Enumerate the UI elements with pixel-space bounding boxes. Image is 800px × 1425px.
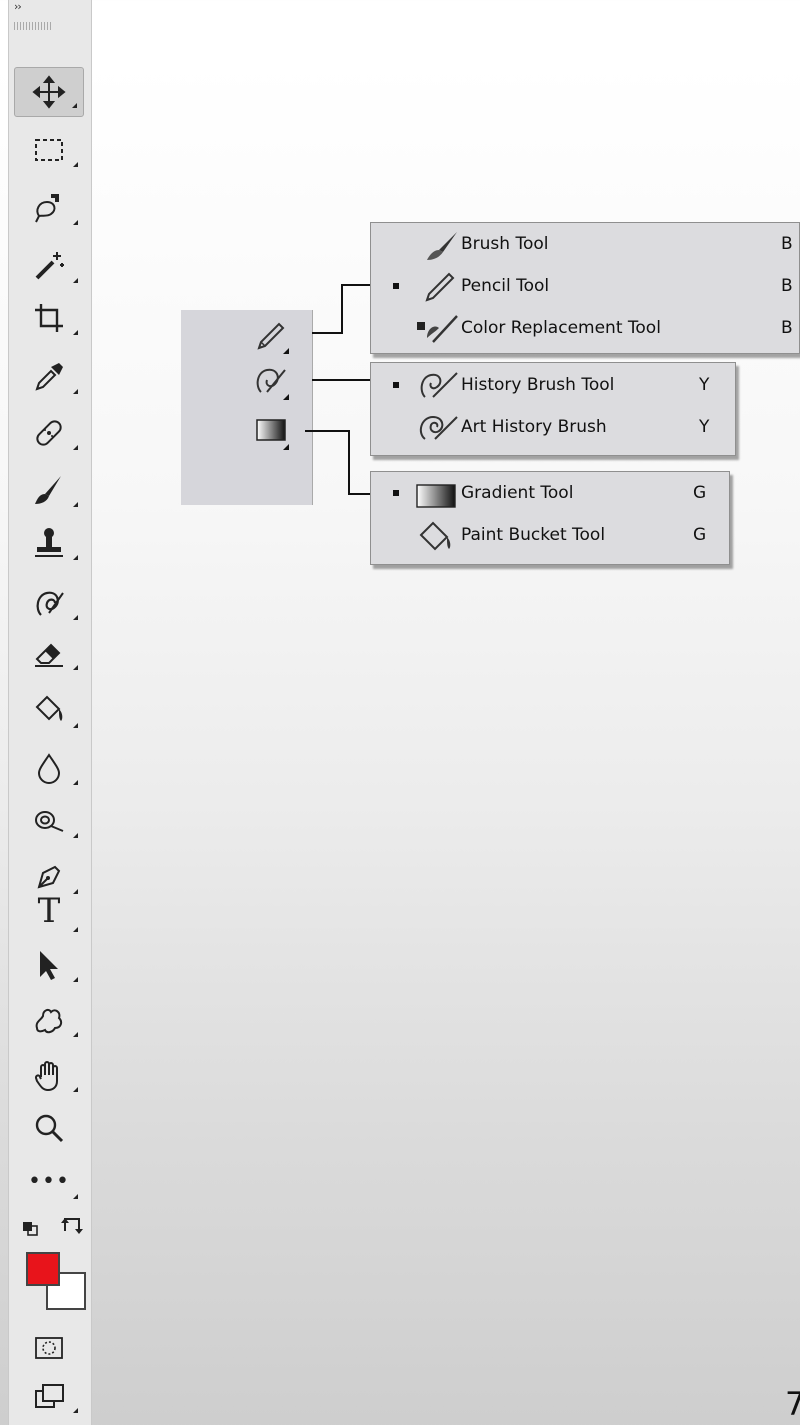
hand-tool[interactable]	[14, 1050, 84, 1100]
connector-line	[348, 493, 371, 495]
path-selection-tool[interactable]	[14, 940, 84, 990]
menu-item-label: Gradient Tool	[461, 483, 574, 503]
history-brush-tool[interactable]	[14, 578, 84, 628]
healing-brush-tool[interactable]	[14, 408, 84, 458]
clone-stamp-tool[interactable]	[14, 518, 84, 568]
gradient-icon	[416, 484, 456, 508]
marquee-tool[interactable]	[14, 125, 84, 175]
stamp-icon	[35, 528, 63, 557]
menu-item-gradient-tool[interactable]: Gradient Tool G	[371, 474, 729, 514]
default-colors-icon[interactable]	[23, 1222, 38, 1236]
arrow-icon	[40, 951, 58, 980]
lasso-tool[interactable]	[14, 183, 84, 233]
history-brush-icon	[420, 372, 458, 398]
paint-bucket-icon	[35, 695, 63, 721]
brush-icon	[427, 232, 457, 260]
menu-item-label: Art History Brush	[461, 417, 607, 437]
tool-group-panel	[181, 310, 313, 505]
menu-item-label: Paint Bucket Tool	[461, 525, 606, 545]
screen-mode-icon	[35, 1384, 64, 1408]
menu-item-label: History Brush Tool	[461, 375, 615, 395]
shortcut-key: Y	[699, 375, 710, 395]
connector-line	[312, 379, 371, 381]
drop-icon	[37, 753, 61, 784]
eyedropper-icon	[35, 363, 63, 391]
connector-line	[341, 284, 371, 286]
tools-panel: ›› T •••	[8, 0, 92, 1425]
selected-bullet-icon	[393, 490, 399, 496]
rect-marquee-icon	[35, 139, 63, 161]
art-history-brush-icon	[419, 415, 458, 440]
pencil-icon[interactable]	[253, 318, 293, 354]
page-number: 7	[785, 1385, 800, 1423]
history-brush-icon[interactable]	[253, 364, 293, 400]
magnetic-lasso-icon	[35, 194, 59, 223]
menu-item-label: Pencil Tool	[461, 276, 550, 296]
type-icon: T	[37, 891, 61, 931]
shortcut-key: B	[781, 234, 793, 254]
paint-bucket-icon	[419, 521, 451, 551]
zoom-tool[interactable]	[14, 1103, 84, 1153]
swap-colors-icon[interactable]	[61, 1218, 83, 1234]
brush-tools-flyout: Brush Tool B Pencil Tool B Color Replace…	[370, 222, 800, 354]
connector-line	[348, 430, 350, 494]
selected-bullet-icon	[393, 382, 399, 388]
menu-item-history-brush-tool[interactable]: History Brush Tool Y	[371, 366, 735, 406]
history-brush-icon	[36, 591, 64, 616]
dodge-icon	[35, 811, 64, 832]
selected-bullet-icon	[393, 283, 399, 289]
move-icon	[32, 75, 66, 109]
quick-mask-button[interactable]	[14, 1325, 84, 1371]
gradient-icon[interactable]	[253, 414, 293, 450]
eyedropper-tool[interactable]	[14, 352, 84, 402]
more-tools[interactable]: •••	[14, 1157, 84, 1207]
eraser-tool[interactable]	[14, 628, 84, 678]
eraser-icon	[35, 643, 63, 667]
shortcut-key: G	[693, 525, 707, 545]
connector-line	[341, 284, 343, 334]
shortcut-key: G	[693, 483, 707, 503]
magic-wand-icon	[35, 252, 64, 280]
gradient-tools-flyout: Gradient Tool G Paint Bucket Tool G	[370, 471, 730, 565]
paint-bucket-tool[interactable]	[14, 686, 84, 736]
default-swap-colors[interactable]	[23, 1215, 85, 1237]
magnifier-icon	[35, 1114, 64, 1143]
shortcut-key: B	[781, 318, 793, 338]
menu-item-label: Color Replacement Tool	[461, 318, 661, 338]
connector-line	[305, 430, 350, 432]
crop-tool[interactable]	[14, 293, 84, 343]
brush-tool[interactable]	[14, 465, 84, 515]
brush-icon	[35, 476, 61, 504]
shortcut-key: B	[781, 276, 793, 296]
puzzle-icon	[35, 1008, 63, 1034]
panel-grip[interactable]	[14, 22, 52, 30]
shortcut-key: Y	[699, 417, 710, 437]
menu-item-label: Brush Tool	[461, 234, 549, 254]
menu-item-pencil-tool[interactable]: Pencil Tool B	[371, 267, 799, 307]
expand-panel-button[interactable]: ››	[14, 0, 22, 13]
menu-item-color-replacement-tool[interactable]: Color Replacement Tool B	[371, 309, 799, 349]
menu-item-brush-tool[interactable]: Brush Tool B	[371, 225, 799, 265]
hand-icon	[34, 1061, 58, 1092]
dodge-tool[interactable]	[14, 796, 84, 846]
crop-icon	[35, 304, 63, 332]
foreground-color-swatch[interactable]	[26, 1252, 60, 1286]
menu-item-paint-bucket-tool[interactable]: Paint Bucket Tool G	[371, 516, 729, 556]
blur-tool[interactable]	[14, 743, 84, 793]
ellipsis-icon: •••	[28, 1169, 70, 1194]
color-replacement-icon	[417, 315, 458, 343]
move-tool[interactable]	[14, 67, 84, 117]
custom-shape-tool[interactable]	[14, 995, 84, 1045]
connector-line	[312, 332, 342, 334]
quick-mask-icon	[35, 1337, 63, 1359]
bandage-icon	[36, 420, 62, 446]
menu-item-art-history-brush[interactable]: Art History Brush Y	[371, 408, 735, 448]
type-tool[interactable]: T	[14, 882, 84, 940]
magic-wand-tool[interactable]	[14, 241, 84, 291]
history-brush-flyout: History Brush Tool Y Art History Brush Y	[370, 362, 736, 456]
screen-mode-button[interactable]	[14, 1373, 84, 1421]
pencil-icon	[425, 272, 455, 302]
